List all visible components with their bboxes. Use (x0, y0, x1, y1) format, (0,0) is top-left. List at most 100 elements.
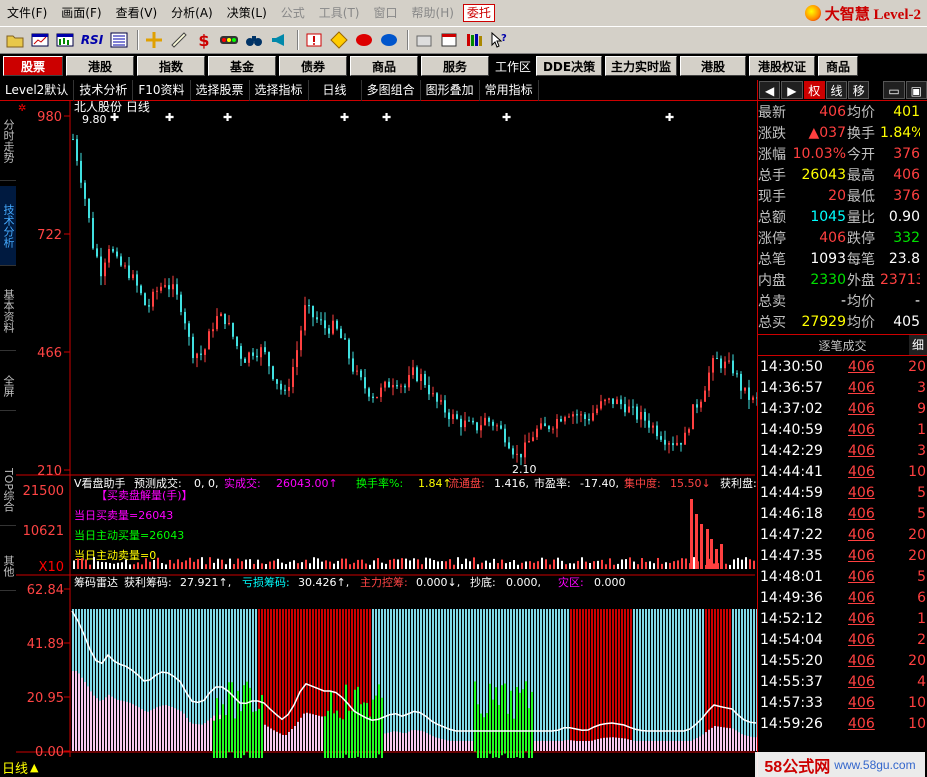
tab-right-adjust[interactable]: 权 (803, 81, 825, 99)
candle-body (540, 423, 542, 429)
next-icon[interactable]: ▶ (781, 81, 803, 99)
help-cursor-icon[interactable]: ? (488, 29, 510, 51)
volume-bar (637, 564, 639, 569)
chip-profit-bar (642, 741, 644, 751)
volume-bar (397, 559, 399, 569)
nav-bond-button[interactable]: 债券 (279, 56, 347, 76)
prev-icon[interactable]: ◀ (759, 81, 781, 99)
layout-icon[interactable]: ▭ (883, 81, 905, 99)
entrust-button[interactable]: 委托 (462, 4, 495, 22)
chart-window-icon[interactable] (29, 29, 51, 51)
warning-diamond-icon[interactable] (328, 29, 350, 51)
chip-bar (441, 609, 443, 751)
sub-tech-analysis[interactable]: 技术分析 (74, 79, 134, 101)
menu-analysis[interactable]: 分析(A) (164, 3, 220, 23)
report-icon[interactable] (108, 29, 130, 51)
event-marker: ✚ (165, 111, 174, 124)
trade-row[interactable]: 14:57:33 406 10 (758, 692, 927, 713)
ruler-icon[interactable] (168, 29, 190, 51)
trade-row[interactable]: 14:49:36 406 6 (758, 587, 927, 608)
trade-price: 406 (848, 610, 875, 627)
trade-row[interactable]: 14:30:50 406 20 (758, 356, 927, 377)
candle-body (700, 401, 702, 408)
workspace-monitor-button[interactable]: 主力实时监控 (605, 56, 678, 94)
chart-area[interactable]: 北人股份 日线✲9807224662109.802.10✚ ✚ ✚ ✚ ✚ ✚ ✚21500… (0, 101, 757, 771)
sub-f10[interactable]: F10资料 (133, 79, 191, 101)
candle-body (680, 442, 682, 445)
candle-body (128, 265, 130, 279)
trade-row[interactable]: 14:52:12 406 1 (758, 608, 927, 629)
volume-bar (437, 561, 439, 569)
alert-icon[interactable] (303, 29, 325, 51)
sub-select-indicator[interactable]: 选择指标 (250, 79, 309, 101)
trade-row[interactable]: 14:55:37 406 4 (758, 671, 927, 692)
menu-file[interactable]: 文件(F) (0, 3, 54, 23)
trade-row[interactable]: 14:47:22 406 20 (758, 524, 927, 545)
sub-period[interactable]: 日线 (309, 79, 362, 101)
nav-stock-button[interactable]: 股票 (3, 56, 63, 76)
binoculars-icon[interactable] (243, 29, 265, 51)
trade-row[interactable]: 14:44:41 406 10 (758, 461, 927, 482)
period-label[interactable]: 日线 (2, 758, 28, 777)
nav-fund-button[interactable]: 基金 (208, 56, 276, 76)
sub-multi-chart[interactable]: 多图组合 (362, 79, 421, 101)
chip-bar (702, 609, 704, 751)
event-marker: ✚ (340, 111, 349, 124)
chip-profit-bar (585, 741, 587, 751)
trades-list[interactable]: 14:30:50 406 20 14:36:57 406 3 14:37:02 406 9 14:… (758, 356, 927, 734)
tab-line[interactable]: 线 (825, 81, 848, 99)
blue-disk-icon[interactable] (378, 29, 400, 51)
trade-row[interactable]: 14:54:04 406 2 (758, 629, 927, 650)
books-icon[interactable] (463, 29, 485, 51)
workspace-hk-button[interactable]: 港股 (680, 56, 747, 76)
trade-row[interactable]: 14:42:29 406 3 (758, 440, 927, 461)
trades-detail-button[interactable]: 细 (909, 335, 927, 355)
nav-commodity-button[interactable]: 商品 (350, 56, 418, 76)
volume-bar (445, 561, 447, 569)
red-disk-icon[interactable] (353, 29, 375, 51)
menu-screen[interactable]: 画面(F) (54, 3, 108, 23)
nav-index-button[interactable]: 指数 (137, 56, 205, 76)
trade-row[interactable]: 14:36:57 406 3 (758, 377, 927, 398)
chip-profit-bar (72, 671, 74, 751)
app-window: 文件(F) 画面(F) 查看(V) 分析(A) 决策(L) 公式 工具(T) 窗… (0, 0, 927, 777)
traffic-light-icon[interactable] (218, 29, 240, 51)
trade-row[interactable]: 14:44:59 406 5 (758, 482, 927, 503)
menu-window[interactable]: 窗口 (367, 3, 405, 23)
workspace-dde-button[interactable]: DDE决策 (536, 56, 603, 76)
sub-level2-default[interactable]: Level2默认 (0, 79, 75, 101)
trade-row[interactable]: 14:37:02 406 9 (758, 398, 927, 419)
open-folder-icon[interactable] (4, 29, 26, 51)
calendar-icon[interactable] (438, 29, 460, 51)
chip-bar (750, 609, 752, 751)
tab-move[interactable]: 移 (848, 81, 870, 99)
restore-icon[interactable]: ▣ (905, 81, 927, 99)
trade-row[interactable]: 14:40:59 406 1 (758, 419, 927, 440)
trade-row[interactable]: 14:48:01 406 5 (758, 566, 927, 587)
rsi-button[interactable]: RSI (79, 29, 105, 51)
trade-row[interactable]: 14:46:18 406 5 (758, 503, 927, 524)
sub-overlay[interactable]: 图形叠加 (421, 79, 480, 101)
kline-window-icon[interactable] (54, 29, 76, 51)
sub-select-stock[interactable]: 选择股票 (191, 79, 250, 101)
menu-help[interactable]: 帮助(H) (405, 3, 461, 23)
dollar-icon[interactable]: $ (193, 29, 215, 51)
chip-bar (612, 609, 614, 751)
menu-formula[interactable]: 公式 (274, 3, 312, 23)
menu-decision[interactable]: 决策(L) (220, 3, 274, 23)
trade-row[interactable]: 14:47:35 406 20 (758, 545, 927, 566)
menu-view[interactable]: 查看(V) (109, 3, 165, 23)
megaphone-icon[interactable] (268, 29, 290, 51)
nav-service-button[interactable]: 服务 (421, 56, 489, 76)
chip-header-text: 获利筹码: (124, 575, 172, 589)
cross-cursor-icon[interactable] (143, 29, 165, 51)
period-arrow-icon[interactable]: ▲ (30, 761, 38, 774)
menu-tools[interactable]: 工具(T) (312, 3, 367, 23)
nav-hk-button[interactable]: 港股 (66, 56, 134, 76)
trade-row[interactable]: 14:55:20 406 20 (758, 650, 927, 671)
inbox-icon[interactable] (413, 29, 435, 51)
workspace-hk-warrant-button[interactable]: 港股权证 (749, 56, 816, 76)
sub-common-indicators[interactable]: 常用指标 (480, 79, 539, 101)
trade-row[interactable]: 14:59:26 406 10 (758, 713, 927, 734)
workspace-commodity-button[interactable]: 商品 (818, 56, 859, 76)
